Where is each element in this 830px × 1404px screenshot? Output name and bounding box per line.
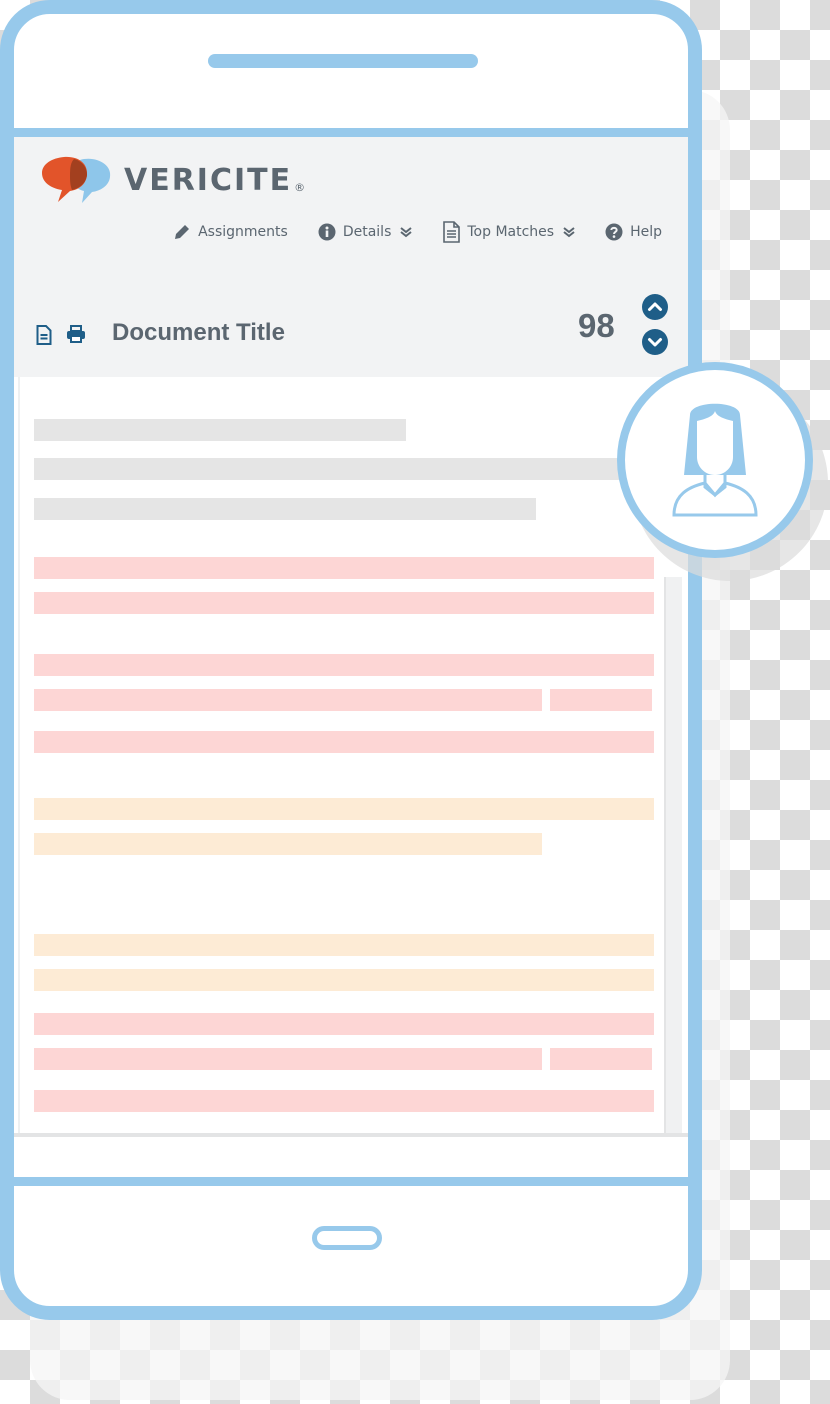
match-line-high[interactable] bbox=[34, 654, 654, 676]
nav-assignments[interactable]: Assignments bbox=[173, 223, 288, 241]
document-bottom-border bbox=[14, 1133, 688, 1137]
app-header: VERICITE ® Assignments Details Top Match… bbox=[14, 137, 688, 377]
nav-top-matches-label: Top Matches bbox=[467, 224, 555, 240]
chevron-double-down-icon bbox=[563, 226, 575, 238]
match-line-high[interactable] bbox=[34, 689, 542, 711]
top-divider bbox=[14, 128, 688, 137]
match-line-medium[interactable] bbox=[34, 934, 654, 956]
match-line-high[interactable] bbox=[34, 557, 654, 579]
document-toolbar: Document Title 98 bbox=[14, 277, 688, 377]
document-title: Document Title bbox=[112, 319, 285, 346]
document-icon bbox=[443, 221, 461, 243]
match-line-medium[interactable] bbox=[34, 798, 654, 820]
match-line-high[interactable] bbox=[34, 731, 654, 753]
home-button[interactable] bbox=[312, 1226, 382, 1250]
app-screen: VERICITE ® Assignments Details Top Match… bbox=[14, 137, 688, 1177]
text-line bbox=[34, 458, 654, 480]
brand-name: VERICITE bbox=[124, 162, 293, 198]
previous-match-button[interactable] bbox=[642, 294, 668, 320]
user-avatar[interactable] bbox=[617, 362, 813, 558]
nav-top-matches[interactable]: Top Matches bbox=[442, 221, 575, 243]
text-line bbox=[34, 419, 406, 441]
chevron-double-down-icon bbox=[400, 226, 412, 238]
match-line-high[interactable] bbox=[34, 1048, 542, 1070]
female-user-icon bbox=[672, 403, 758, 517]
bottom-divider bbox=[14, 1177, 688, 1186]
speaker-slot bbox=[208, 54, 478, 68]
similarity-score: 98 bbox=[578, 307, 615, 344]
text-line bbox=[34, 498, 536, 520]
match-line-high[interactable] bbox=[550, 1048, 652, 1070]
scrollbar-track[interactable] bbox=[664, 577, 682, 1133]
pencil-icon bbox=[175, 225, 190, 239]
nav-help[interactable]: Help bbox=[605, 223, 662, 241]
info-icon bbox=[318, 223, 336, 241]
registered-mark: ® bbox=[294, 180, 306, 194]
main-nav: Assignments Details Top Matches Help bbox=[173, 221, 662, 243]
nav-details-label: Details bbox=[342, 224, 392, 240]
match-line-high[interactable] bbox=[34, 1090, 654, 1112]
match-line-medium[interactable] bbox=[34, 833, 542, 855]
match-line-high[interactable] bbox=[34, 592, 654, 614]
phone-frame: VERICITE ® Assignments Details Top Match… bbox=[0, 0, 702, 1320]
print-icon[interactable] bbox=[66, 325, 86, 343]
match-line-medium[interactable] bbox=[34, 969, 654, 991]
nav-help-label: Help bbox=[630, 224, 662, 240]
nav-assignments-label: Assignments bbox=[198, 224, 288, 240]
vericite-logo[interactable]: VERICITE ® bbox=[40, 155, 305, 205]
match-line-high[interactable] bbox=[550, 689, 652, 711]
speech-bubbles-icon bbox=[42, 156, 111, 203]
document-icon[interactable] bbox=[36, 325, 52, 345]
nav-details[interactable]: Details bbox=[318, 223, 413, 241]
match-line-high[interactable] bbox=[34, 1013, 654, 1035]
question-icon bbox=[605, 223, 623, 241]
next-match-button[interactable] bbox=[642, 329, 668, 355]
document-content bbox=[18, 377, 684, 1133]
